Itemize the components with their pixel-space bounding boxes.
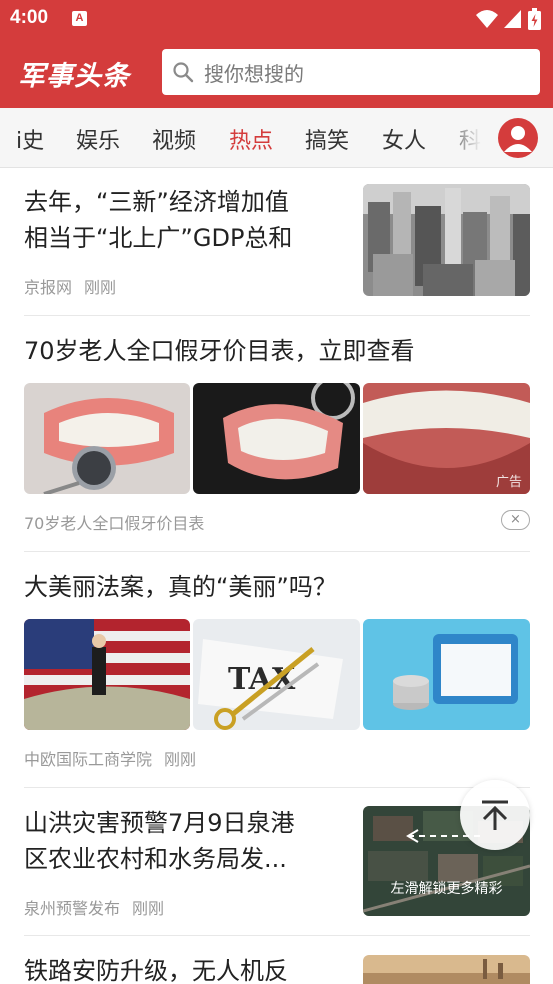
tab-video[interactable]: 视频	[152, 123, 196, 155]
flag-dollar-image	[24, 619, 190, 730]
user-icon	[504, 126, 532, 152]
swipe-hint-text: 左滑解锁更多精彩	[390, 881, 503, 897]
arrow-up-to-top-icon	[482, 800, 508, 830]
tab-hot[interactable]: 热点	[229, 123, 273, 155]
user-avatar-button[interactable]	[498, 118, 538, 158]
tab-funny[interactable]: 搞笑	[305, 123, 349, 155]
sunset-city-image	[363, 955, 530, 984]
tab-women[interactable]: 女人	[382, 123, 426, 155]
coins-card-image	[363, 619, 530, 730]
dentures-mirror-image	[24, 383, 190, 494]
dentures-glasses-image	[193, 383, 360, 494]
close-ad-button[interactable]: ×	[501, 510, 530, 530]
news-title: 大美丽法案，真的“美丽”吗？	[24, 573, 337, 601]
ad-title: 70岁老人全口假牙价目表，立即查看	[24, 337, 415, 365]
teeth-closeup-image: 广告	[363, 383, 530, 494]
news-time: 刚刚	[132, 899, 165, 918]
ad-description: 70岁老人全口假牙价目表	[24, 514, 205, 533]
search-icon	[173, 62, 194, 83]
tab-history[interactable]: i史	[16, 123, 44, 155]
news-time: 刚刚	[164, 750, 197, 769]
wifi-icon	[476, 10, 498, 28]
news-source: 泉州预警发布	[24, 899, 121, 918]
search-input[interactable]: 搜你想搜的	[162, 49, 540, 95]
news-time: 刚刚	[84, 278, 117, 297]
back-to-top-button[interactable]	[460, 780, 530, 850]
app-logo: 军事头条	[18, 61, 130, 92]
tax-scissors-image: TAX	[193, 619, 360, 730]
search-placeholder: 搜你想搜的	[204, 61, 304, 86]
news-source: 中欧国际工商学院	[24, 750, 153, 769]
category-tab-bar: i史 娱乐 视频 热点 搞笑 女人 科	[0, 108, 553, 168]
signal-icon	[504, 10, 521, 28]
tab-entertainment[interactable]: 娱乐	[76, 123, 120, 155]
battery-charging-icon	[528, 8, 541, 30]
app-header: 军事头条 搜你想搜的	[0, 38, 553, 108]
ad-label: 广告	[495, 475, 522, 490]
news-source: 京报网	[24, 278, 73, 297]
status-time: 4:00	[10, 7, 49, 28]
status-bar: 4:00 A	[0, 0, 553, 38]
city-skyline-image[interactable]	[363, 184, 530, 296]
notification-icon: A	[72, 11, 87, 26]
